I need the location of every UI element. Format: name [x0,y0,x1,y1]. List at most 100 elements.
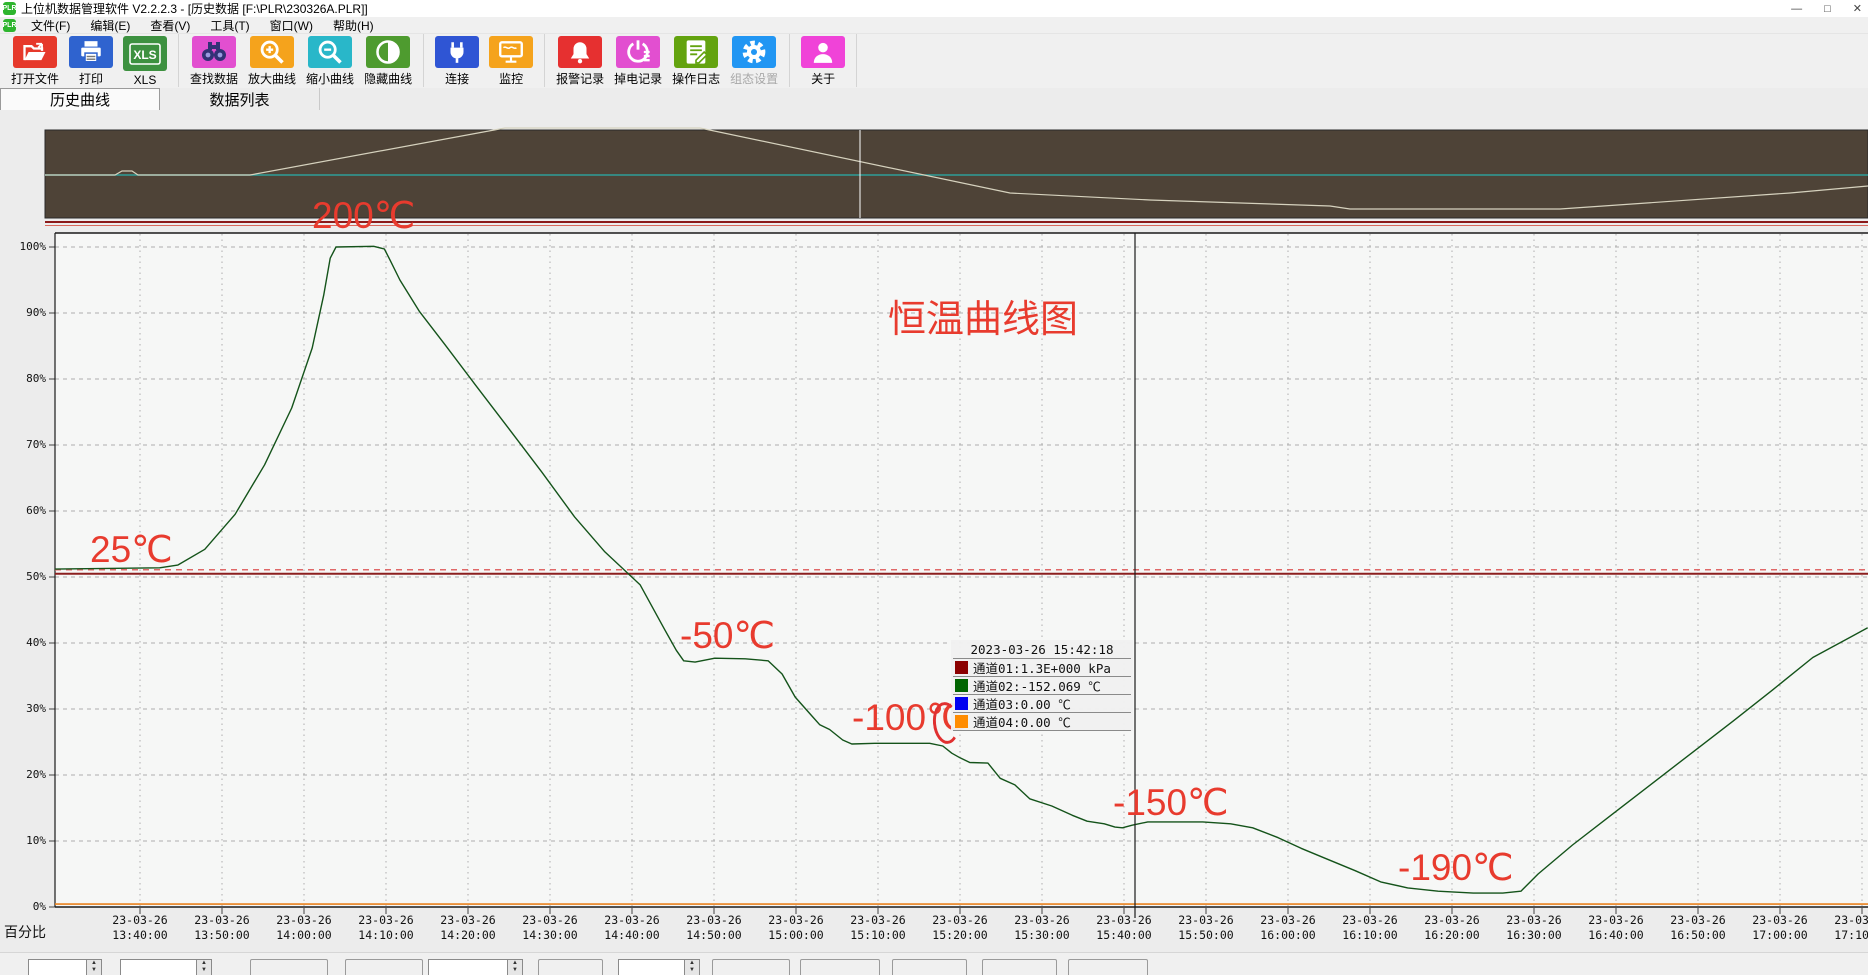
tooltip-channel-row: 通道01:1.3E+000 kPa [953,659,1131,677]
y-axis-tick-label: 70% [0,438,46,451]
x-axis-tick-label: 23-03-2614:40:00 [590,913,674,942]
clipped-control-5[interactable] [538,959,603,975]
y-axis-tick-label: 80% [0,372,46,385]
channel-color-swatch [955,661,968,674]
clipped-control-9[interactable] [892,959,967,975]
svg-text:XLS: XLS [133,48,156,62]
spinner-icon[interactable]: ▲▼ [196,960,211,975]
tooltip-timestamp: 2023-03-26 15:42:18 [953,641,1131,659]
toolbar-label: 打开文件 [11,70,59,87]
y-axis-tick-label: 30% [0,702,46,715]
print-button[interactable]: 打印 [64,36,118,87]
close-button[interactable]: ✕ [1853,2,1862,15]
temperature-annotation: 25℃ [90,528,173,571]
x-axis-tick-label: 23-03-2616:10:00 [1328,913,1412,942]
y-axis-title: 百分比 [4,922,46,942]
config-settings-button[interactable]: 组态设置 [725,36,783,87]
y-axis-tick-label: 90% [0,306,46,319]
temperature-annotation: -50℃ [680,614,775,657]
power-loss-log-button[interactable]: 掉电记录 [609,36,667,87]
clipped-control-2[interactable] [250,959,328,975]
person-icon [801,36,845,68]
chart-title-annotation: 恒温曲线图 [888,288,1078,343]
x-axis-tick-label: 23-03-2613:40:00 [98,913,182,942]
toolbar-label: 查找数据 [190,70,238,87]
x-axis-tick-label: 23-03-2616:30:00 [1492,913,1576,942]
contrast-icon [366,36,410,68]
menu-item-4[interactable]: 窗口(W) [260,17,323,34]
x-axis-tick-label: 23-03-2614:20:00 [426,913,510,942]
x-axis-tick-label: 23-03-2617:00:00 [1738,913,1822,942]
menu-item-3[interactable]: 工具(T) [200,17,259,34]
spinner-icon[interactable]: ▲▼ [507,960,522,975]
connect-button[interactable]: 连接 [430,36,484,87]
y-axis-tick-label: 0% [0,900,46,913]
x-axis-tick-label: 23-03-2614:50:00 [672,913,756,942]
menu-item-1[interactable]: 编辑(E) [80,17,140,34]
zoom-in-curve-button[interactable]: 放大曲线 [243,36,301,87]
menu-item-2[interactable]: 查看(V) [140,17,200,34]
clipped-control-1[interactable]: ▲▼ [120,959,212,975]
x-axis-tick-label: 23-03-2615:20:00 [918,913,1002,942]
menu-item-0[interactable]: 文件(F) [21,17,80,34]
about-button[interactable]: 关于 [796,36,850,87]
tooltip-channel-row: 通道02:-152.069 ℃ [953,677,1131,695]
menu-item-5[interactable]: 帮助(H) [323,17,384,34]
export-xls-button[interactable]: XLS XLS [118,36,172,87]
channel-color-swatch [955,697,968,710]
monitor-button[interactable]: 监控 [484,36,538,87]
clipped-control-6[interactable]: ▲▼ [618,959,700,975]
x-axis-tick-label: 23-03-2615:10:00 [836,913,920,942]
alarm-log-button[interactable]: 报警记录 [551,36,609,87]
zoom-out-curve-button[interactable]: 缩小曲线 [301,36,359,87]
clipped-control-7[interactable] [712,959,790,975]
toolbar: 打开文件 打印 XLS XLS 查找数据放大曲线缩小曲线隐藏曲线 连接监控报警记录掉电记录… [0,33,1868,88]
temperature-annotation: 200℃ [312,194,415,237]
x-axis-tick-label: 23-03-2616:50:00 [1656,913,1740,942]
y-axis-tick-label: 10% [0,834,46,847]
toolbar-label: 打印 [79,70,103,87]
tab-history-curve[interactable]: 历史曲线 [0,88,160,110]
zoom-in-icon [250,36,294,68]
binoculars-icon [192,36,236,68]
channel-readout: 通道01:1.3E+000 kPa [973,658,1111,677]
toolbar-group: 打开文件 打印 XLS XLS [0,34,179,87]
power-icon [616,36,660,68]
clipped-control-4[interactable]: ▲▼ [428,959,523,975]
gear-icon [732,36,776,68]
x-axis-tick-label: 23-03-2616:00:00 [1246,913,1330,942]
spinner-icon[interactable]: ▲▼ [86,960,101,975]
tab-data-list[interactable]: 数据列表 [160,88,320,110]
y-axis-tick-label: 40% [0,636,46,649]
operation-log-button[interactable]: 操作日志 [667,36,725,87]
clipped-control-3[interactable] [345,959,423,975]
find-data-button[interactable]: 查找数据 [185,36,243,87]
toolbar-label: 关于 [811,70,835,87]
window-title: 上位机数据管理软件 V2.2.2.3 - [历史数据 [F:\PLR\23032… [21,0,368,17]
toolbar-label: 操作日志 [672,70,720,87]
clipped-control-10[interactable] [982,959,1057,975]
maximize-button[interactable]: □ [1824,3,1831,15]
clipped-control-0[interactable]: ▲▼ [28,959,102,975]
printer-icon [69,36,113,68]
toolbar-group: 报警记录掉电记录操作日志组态设置 [545,34,790,87]
temperature-annotation: -190℃ [1398,846,1514,889]
x-axis-tick-label: 23-03-2614:10:00 [344,913,428,942]
toolbar-group: 关于 [790,34,857,87]
app-window: PLR 上位机数据管理软件 V2.2.2.3 - [历史数据 [F:\PLR\2… [0,0,1868,975]
x-axis-tick-label: 23-03-2615:50:00 [1164,913,1248,942]
toolbar-label: XLS [134,73,157,87]
x-axis-tick-label: 23-03-2614:30:00 [508,913,592,942]
x-axis-tick-label: 23-03-2615:40:00 [1082,913,1166,942]
bottom-control-strip: ▲▼ ▲▼ ▲▼ ▲▼ [0,952,1868,975]
minimize-button[interactable]: — [1791,3,1802,15]
doc-edit-icon [674,36,718,68]
spinner-icon[interactable]: ▲▼ [684,960,699,975]
clipped-control-8[interactable] [800,959,880,975]
chart-area[interactable]: 100%90%80%70%60%50%40%30%20%10%0% 23-03-… [0,110,1868,975]
toolbar-label: 隐藏曲线 [364,70,412,87]
toolbar-label: 连接 [445,70,469,87]
open-file-button[interactable]: 打开文件 [6,36,64,87]
hide-curve-button[interactable]: 隐藏曲线 [359,36,417,87]
clipped-control-11[interactable] [1068,959,1148,975]
